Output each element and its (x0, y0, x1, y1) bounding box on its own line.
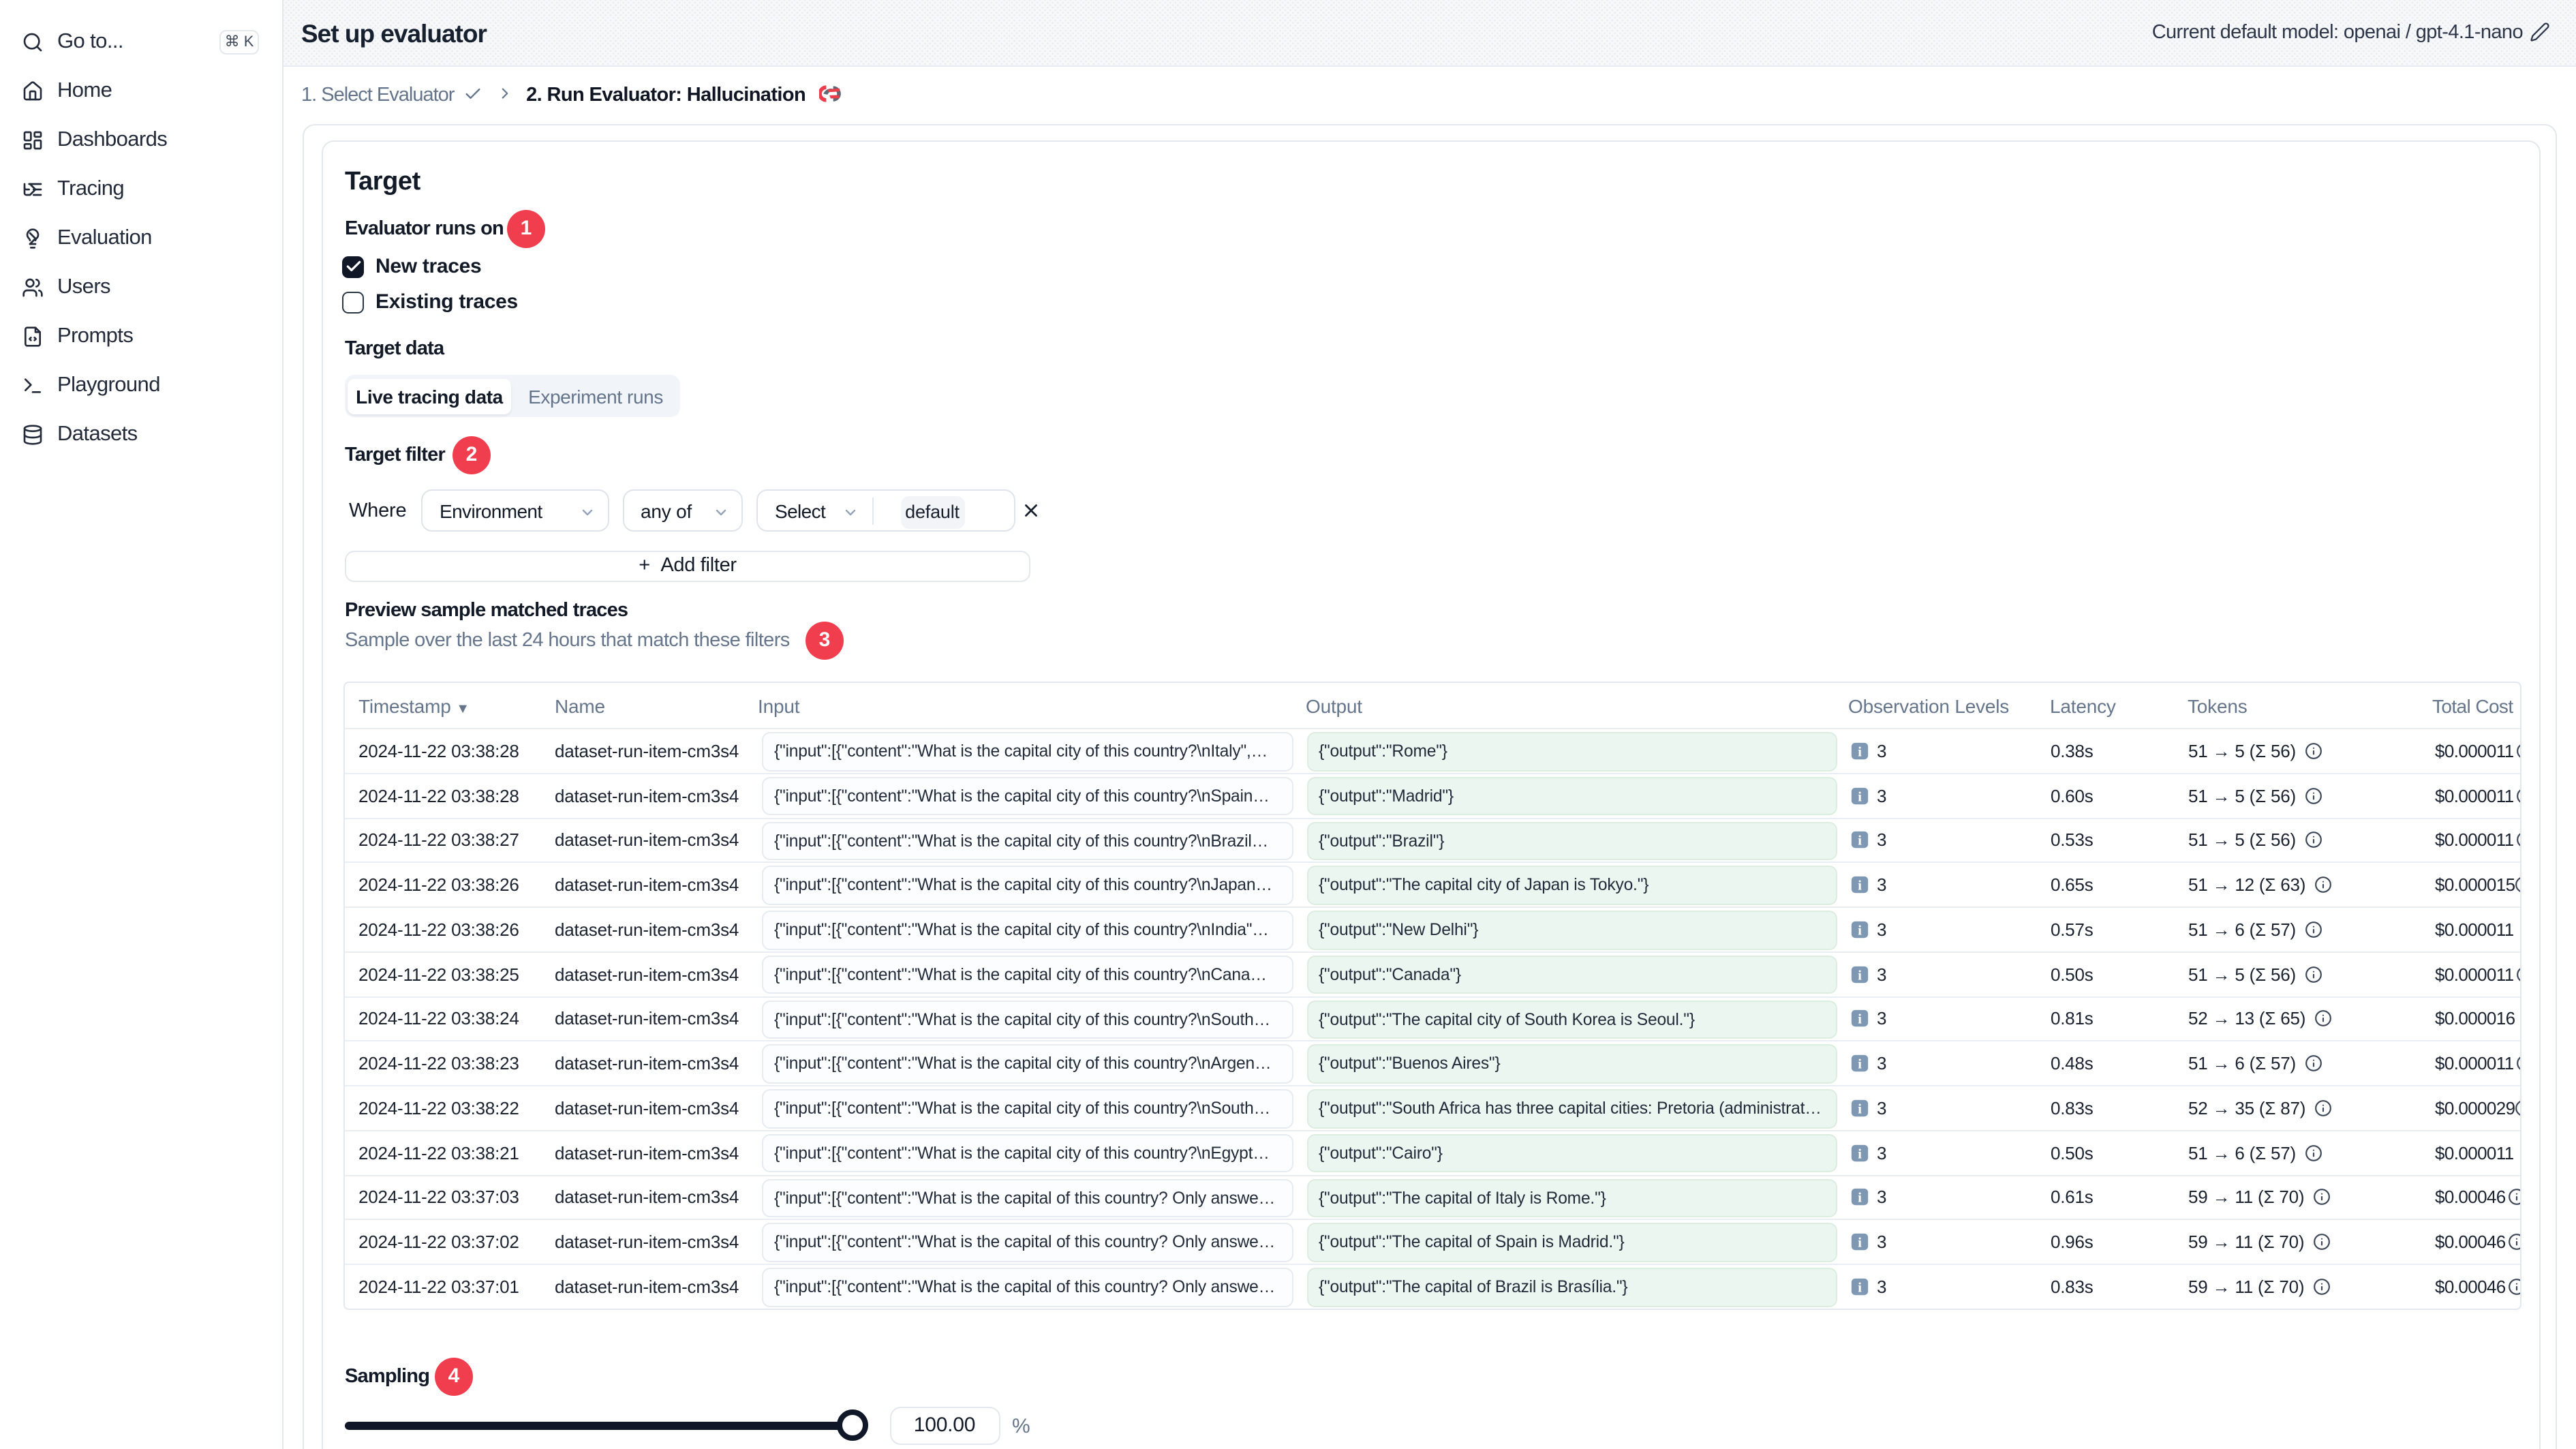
svg-text:i: i (1858, 923, 1862, 938)
svg-text:i: i (1858, 879, 1862, 894)
svg-text:i: i (1858, 834, 1862, 849)
svg-text:i: i (1858, 1280, 1862, 1295)
svg-text:i: i (1858, 789, 1862, 804)
svg-text:i: i (1858, 1146, 1862, 1161)
svg-text:i: i (1858, 968, 1862, 983)
svg-text:i: i (1858, 1191, 1862, 1206)
svg-text:i: i (1858, 1101, 1862, 1116)
svg-text:i: i (1858, 1057, 1862, 1072)
svg-text:i: i (1858, 1012, 1862, 1027)
svg-text:i: i (1858, 744, 1862, 759)
svg-text:i: i (1858, 1236, 1862, 1251)
